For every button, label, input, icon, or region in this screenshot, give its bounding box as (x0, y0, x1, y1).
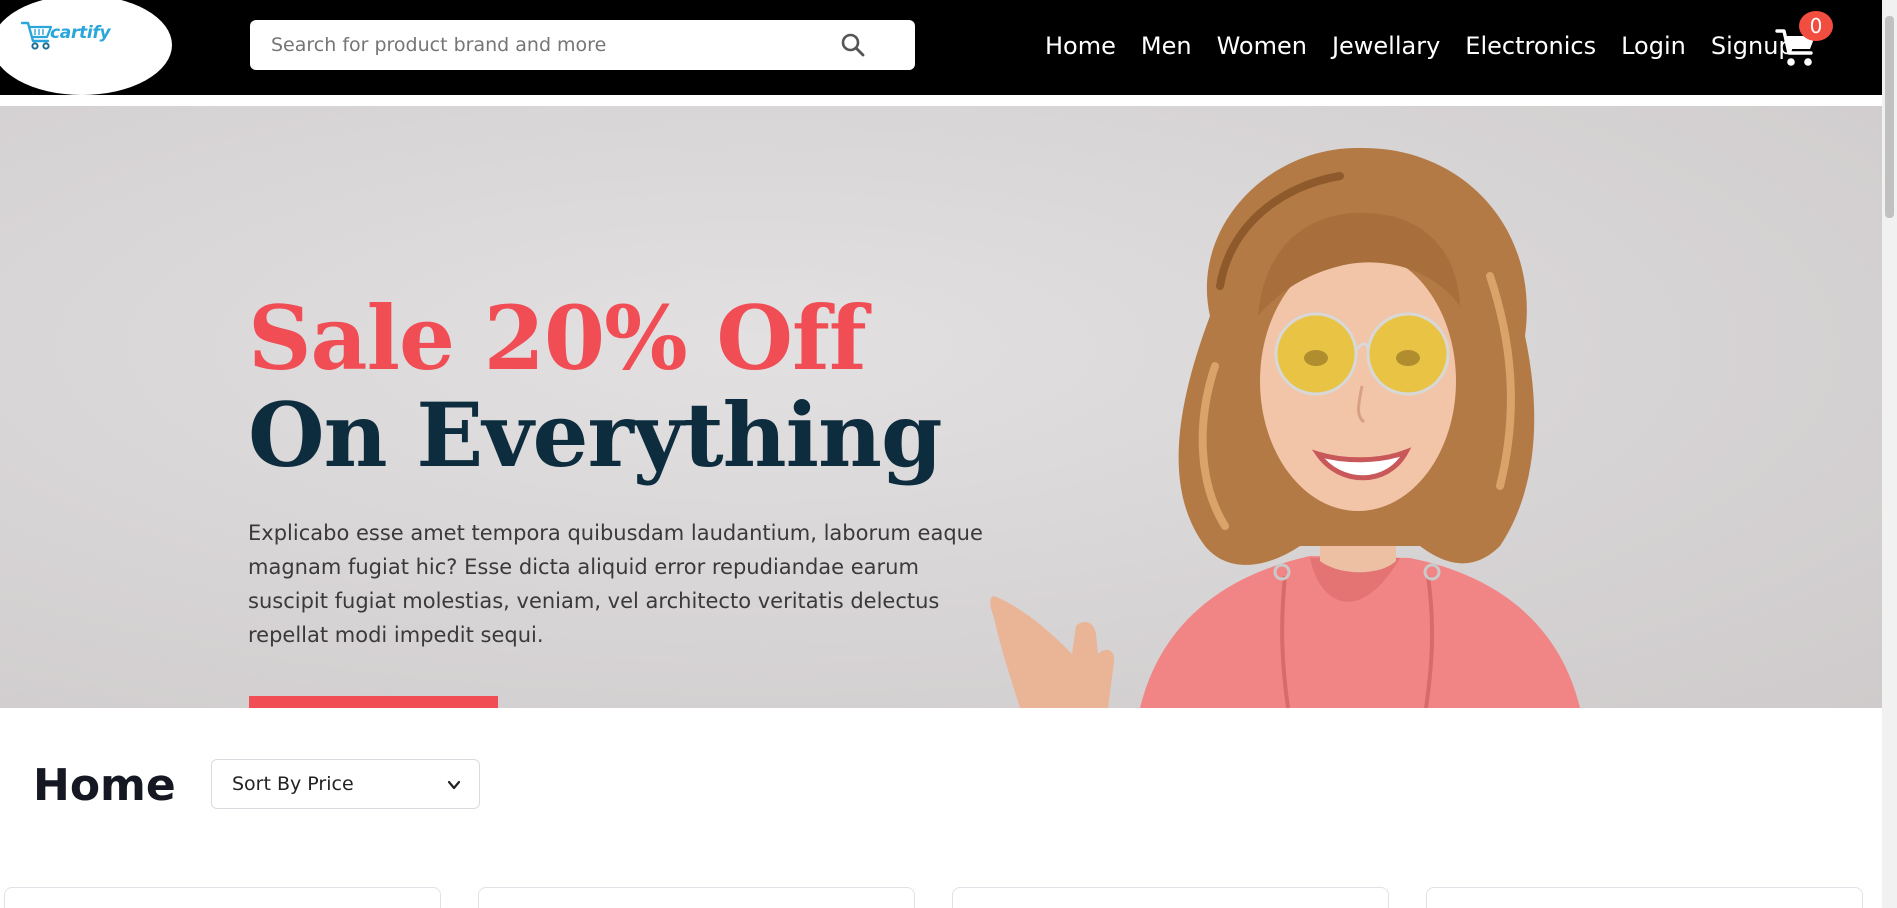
scrollbar-thumb[interactable] (1885, 16, 1894, 218)
search-input[interactable] (250, 20, 850, 70)
hero-title-everything: On Everything (248, 383, 943, 487)
hero-title-sale: Sale 20% Off (248, 286, 867, 390)
product-card[interactable] (4, 887, 441, 908)
nav-electronics-link[interactable]: Electronics (1465, 32, 1596, 60)
sort-by-price-select[interactable]: Sort By Price (211, 759, 480, 809)
cart-count-badge: 0 (1799, 11, 1833, 41)
product-card[interactable] (1426, 887, 1863, 908)
page-title: Home (33, 760, 176, 811)
page-scrollbar[interactable] (1882, 0, 1897, 908)
logo-cart-icon (20, 21, 53, 50)
sort-select-value: Sort By Price (232, 773, 354, 795)
hero-shop-button[interactable] (249, 696, 498, 708)
hero-model-image (990, 147, 1580, 708)
nav-women-link[interactable]: Women (1217, 32, 1307, 60)
nav-men-link[interactable]: Men (1141, 32, 1192, 60)
brand-name: cartify (50, 23, 111, 43)
logo-container[interactable]: cartify (0, 0, 172, 95)
navbar: cartify Home Men Women Jewellary Electro… (0, 0, 1882, 95)
hero-banner: Sale 20% Off On Everything Explicabo ess… (0, 106, 1882, 708)
search-box (250, 20, 915, 70)
nav-jewellary-link[interactable]: Jewellary (1332, 32, 1440, 60)
hero-description: Explicabo esse amet tempora quibusdam la… (248, 521, 983, 647)
nav-home-link[interactable]: Home (1045, 32, 1116, 60)
chevron-down-icon (447, 780, 461, 790)
search-icon[interactable] (840, 32, 866, 58)
product-card[interactable] (478, 887, 915, 908)
main-nav: Home Men Women Jewellary Electronics Log… (1045, 28, 1819, 64)
page: cartify Home Men Women Jewellary Electro… (0, 0, 1897, 908)
product-card[interactable] (952, 887, 1389, 908)
nav-login-link[interactable]: Login (1621, 32, 1686, 60)
brand-logo[interactable]: cartify (20, 19, 120, 55)
